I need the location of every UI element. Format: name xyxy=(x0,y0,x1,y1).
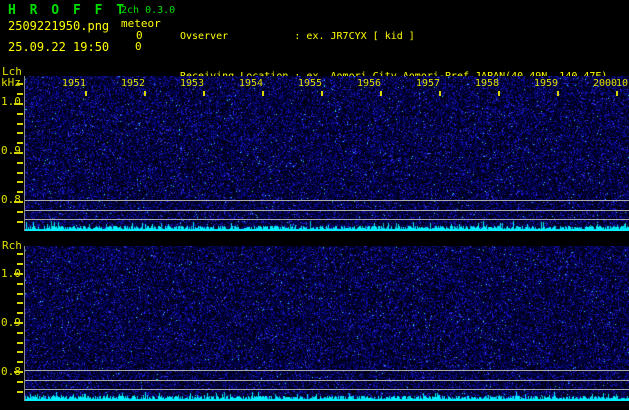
freq-tick-major xyxy=(14,371,23,373)
freq-tick-major xyxy=(14,201,23,203)
freq-tick-major xyxy=(14,152,23,154)
time-label: 1956 xyxy=(356,78,382,89)
freq-tick-minor xyxy=(17,342,23,344)
freq-tick-minor xyxy=(17,381,23,383)
time-tick xyxy=(321,91,323,96)
rch-carrier-line-3 xyxy=(25,389,629,390)
freq-tick-minor xyxy=(17,181,23,183)
time-label: 1958 xyxy=(474,78,500,89)
freq-tick-minor xyxy=(17,302,23,304)
time-tick xyxy=(498,91,500,96)
hrofft-window: { "header": { "title": "H R O F F T", "v… xyxy=(0,0,629,410)
freq-tick-minor xyxy=(17,83,23,85)
freq-tick-minor xyxy=(17,172,23,174)
freq-tick-minor xyxy=(17,162,23,164)
time-label: 1957 xyxy=(415,78,441,89)
time-label: 1955 xyxy=(297,78,323,89)
rch-panel-left-border xyxy=(24,246,25,401)
output-filename: 2509221950.png xyxy=(8,19,110,33)
time-tick xyxy=(380,91,382,96)
freq-tick-minor xyxy=(17,361,23,363)
time-label: 1954 xyxy=(238,78,264,89)
freq-tick-minor xyxy=(17,283,23,285)
time-tick xyxy=(439,91,441,96)
rch-carrier-line-2 xyxy=(25,380,629,381)
time-tick xyxy=(262,91,264,96)
lch-carrier-line-2 xyxy=(25,210,629,211)
time-tick xyxy=(557,91,559,96)
lch-panel-left-border xyxy=(24,76,25,231)
time-label: 1953 xyxy=(179,78,205,89)
freq-tick-minor xyxy=(17,113,23,115)
meteor-count-rch: 0 xyxy=(135,40,142,53)
time-label-partial: 10 xyxy=(616,78,629,89)
rch-spectrogram xyxy=(24,246,629,401)
observer-line: Ovserver : ex. JR7CYX [ kid ] xyxy=(180,30,415,42)
lch-spectrogram xyxy=(24,76,629,231)
freq-tick-major xyxy=(14,103,23,105)
freq-tick-minor xyxy=(17,293,23,295)
app-version: 2ch 0.3.0 xyxy=(121,5,176,16)
date-time: 25.09.22 19:50 xyxy=(8,40,110,54)
freq-tick-minor xyxy=(17,211,23,213)
time-tick xyxy=(144,91,146,96)
app-title: H R O F F T xyxy=(8,3,128,18)
time-label: 1952 xyxy=(120,78,146,89)
rch-spectrogram-panel xyxy=(24,246,629,401)
rch-carrier-line-1 xyxy=(25,370,629,371)
time-label: 2000 xyxy=(592,78,618,89)
freq-tick-major xyxy=(14,273,23,275)
time-tick xyxy=(203,91,205,96)
freq-tick-minor xyxy=(17,123,23,125)
freq-tick-minor xyxy=(17,132,23,134)
time-tick xyxy=(85,91,87,96)
time-tick xyxy=(616,91,618,96)
freq-tick-minor xyxy=(17,332,23,334)
freq-tick-major xyxy=(14,322,23,324)
time-label: 1951 xyxy=(61,78,87,89)
lch-carrier-line-3 xyxy=(25,219,629,220)
freq-tick-minor xyxy=(17,253,23,255)
rch-freq-axis xyxy=(0,246,24,401)
lch-freq-axis xyxy=(0,76,24,231)
freq-tick-minor xyxy=(17,93,23,95)
lch-carrier-line-1 xyxy=(25,200,629,201)
time-label: 1959 xyxy=(533,78,559,89)
lch-spectrogram-panel: 1951 1952 1953 1954 1955 1956 1957 1958 1959 2000… xyxy=(24,76,629,231)
freq-tick-minor xyxy=(17,312,23,314)
freq-tick-minor xyxy=(17,191,23,193)
freq-tick-minor xyxy=(17,351,23,353)
freq-tick-minor xyxy=(17,263,23,265)
freq-tick-minor xyxy=(17,391,23,393)
freq-tick-minor xyxy=(17,142,23,144)
freq-tick-minor xyxy=(17,221,23,223)
